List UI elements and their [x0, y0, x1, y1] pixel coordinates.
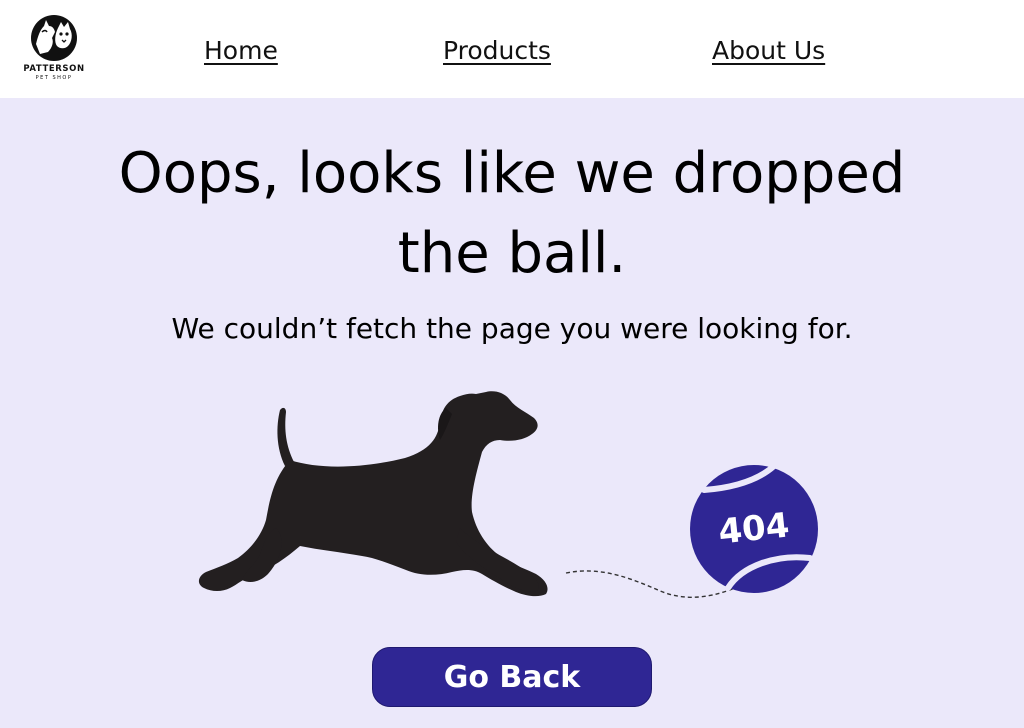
error-subheadline: We couldn’t fetch the page you were look…: [171, 312, 853, 345]
tennis-ball-icon: 404: [690, 463, 818, 593]
ball-404-label: 404: [717, 505, 792, 552]
top-navigation-bar: PATTERSON PET SHOP Home Products About U…: [0, 0, 1024, 98]
nav-link-products[interactable]: Products: [443, 36, 551, 65]
go-back-button[interactable]: Go Back: [372, 647, 652, 707]
error-headline: Oops, looks like we dropped the ball.: [40, 134, 984, 294]
nav-link-home[interactable]: Home: [204, 36, 278, 65]
dropped-ball-illustration: 404: [190, 378, 830, 608]
patterson-logo[interactable]: PATTERSON PET SHOP: [18, 14, 90, 86]
headline-line-1: Oops, looks like we dropped: [118, 141, 906, 206]
running-dog-icon: [198, 391, 548, 597]
brand-name: PATTERSON: [23, 64, 85, 74]
brand-tagline: PET SHOP: [35, 75, 73, 81]
nav-link-about-us[interactable]: About Us: [712, 36, 825, 65]
dog-and-cat-icon: [31, 15, 77, 61]
headline-line-2: the ball.: [397, 221, 627, 286]
